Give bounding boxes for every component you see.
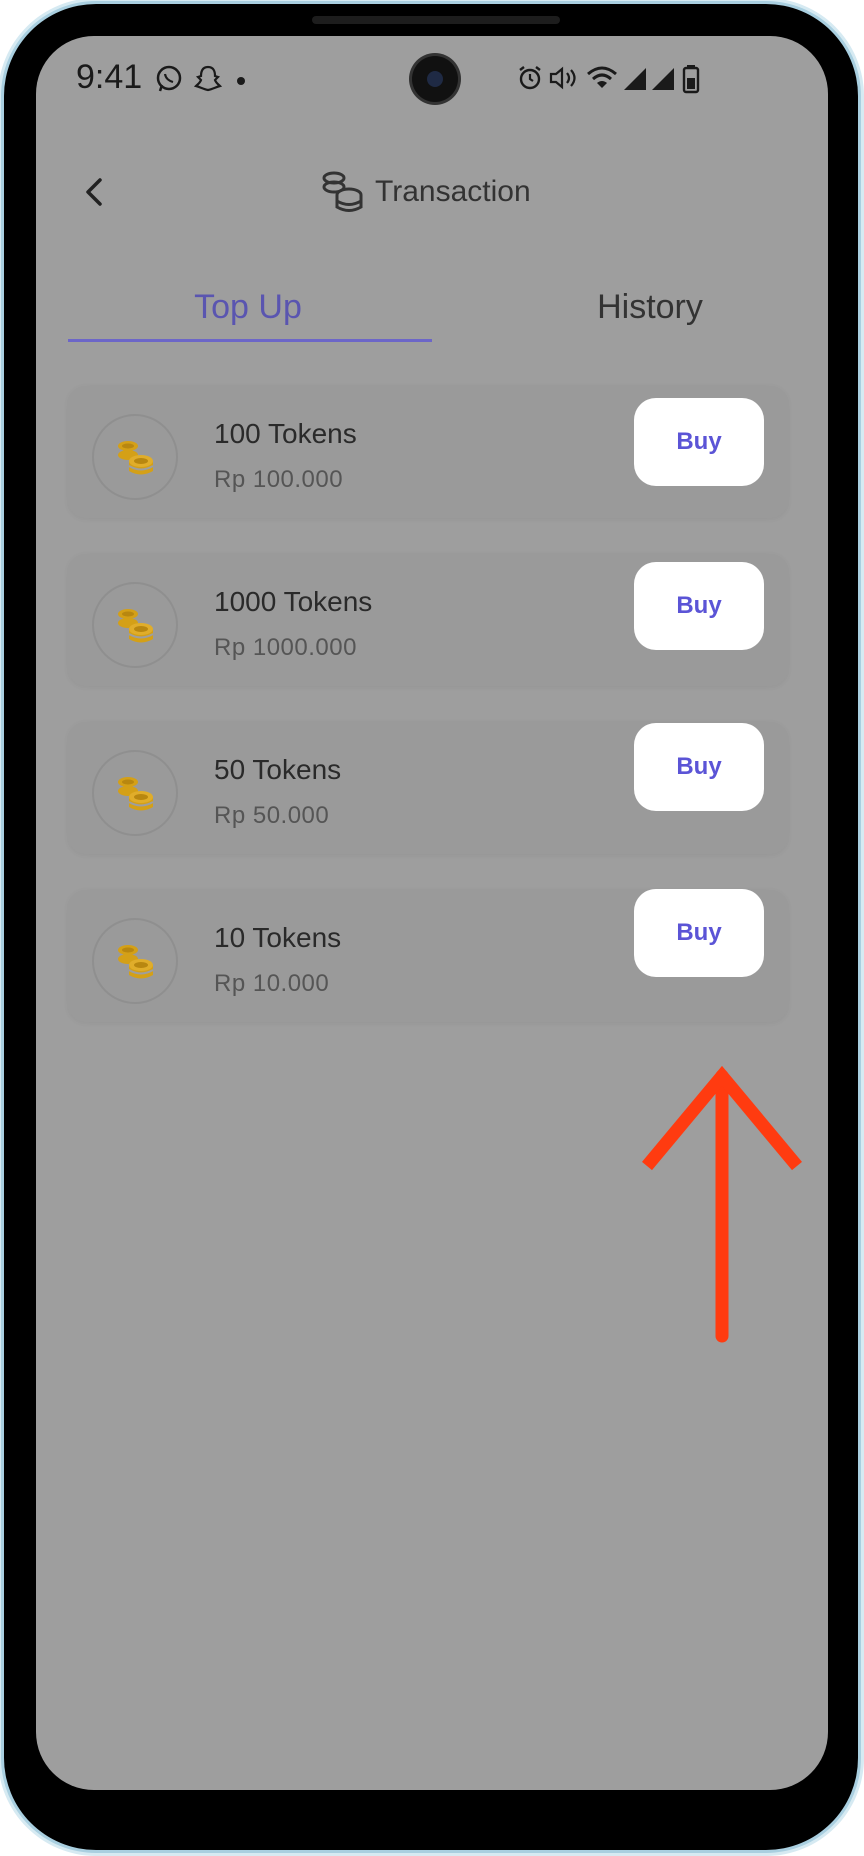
snapchat-icon: [194, 65, 222, 92]
package-name: 50 Tokens: [214, 754, 342, 785]
package-price: Rp 1000.000: [214, 634, 357, 661]
whatsapp-icon: [156, 65, 182, 92]
tab-top-up-label: Top Up: [194, 287, 302, 326]
coins-icon: [118, 609, 154, 643]
package-name: 1000 Tokens: [214, 586, 373, 617]
battery-icon: [682, 65, 700, 94]
volume-icon: [549, 66, 576, 90]
buy-button[interactable]: Buy: [634, 723, 764, 811]
speaker-slot: [312, 16, 560, 24]
coin-badge: [92, 414, 178, 500]
signal-icon: [624, 68, 646, 90]
back-button[interactable]: [66, 164, 122, 220]
coins-icon: [118, 441, 154, 475]
signal-icon: [652, 68, 674, 90]
tab-history-label: History: [597, 287, 703, 326]
status-bar: 9:41: [36, 36, 828, 126]
package-price: Rp 50.000: [214, 802, 330, 829]
active-tab-indicator: [68, 339, 432, 342]
tab-history[interactable]: History: [470, 276, 828, 338]
coin-badge: [92, 750, 178, 836]
buy-button[interactable]: Buy: [634, 889, 764, 977]
package-name: 100 Tokens: [214, 418, 357, 449]
notification-dot-icon: [237, 77, 245, 85]
alarm-icon: [519, 66, 541, 90]
arrow-up-annotation-icon: [642, 1065, 802, 1343]
package-name: 10 Tokens: [214, 922, 342, 953]
app-screen: 9:41 Transaction Top Up History 100 Toke…: [36, 36, 828, 1790]
buy-button[interactable]: Buy: [634, 398, 764, 486]
front-camera: [412, 56, 458, 102]
chevron-left-icon: [86, 178, 102, 206]
tab-top-up[interactable]: Top Up: [68, 276, 428, 338]
status-time: 9:41: [76, 58, 143, 96]
coins-stack-icon: [322, 171, 363, 212]
page-title: Transaction: [375, 175, 531, 208]
buy-button[interactable]: Buy: [634, 562, 764, 650]
coins-icon: [118, 945, 154, 979]
wifi-icon: [587, 66, 617, 88]
package-price: Rp 100.000: [214, 466, 344, 493]
coins-icon: [118, 777, 154, 811]
coin-badge: [92, 918, 178, 1004]
header: Transaction: [321, 162, 531, 222]
coin-badge: [92, 582, 178, 668]
package-price: Rp 10.000: [214, 970, 330, 997]
